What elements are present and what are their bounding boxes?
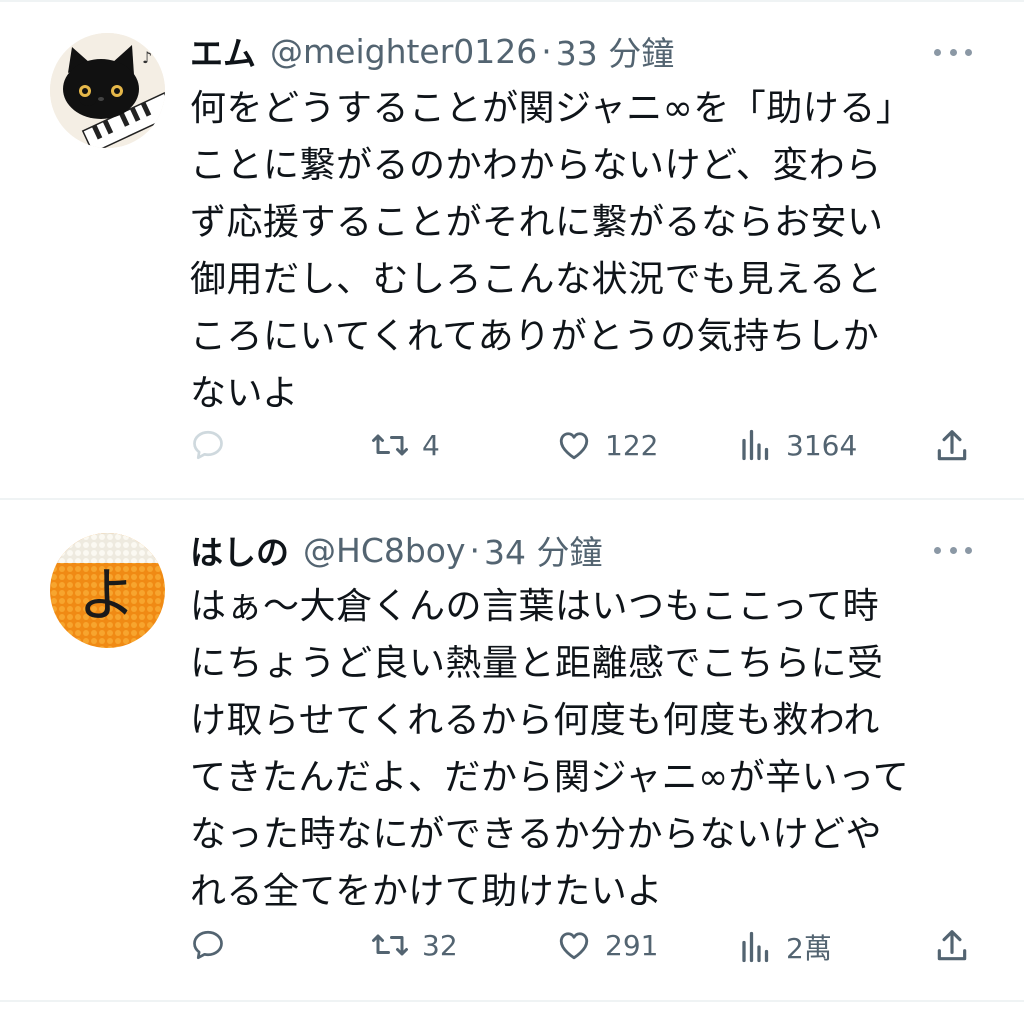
retweet-count: 32 bbox=[422, 928, 458, 962]
display-name[interactable]: エム bbox=[190, 27, 256, 75]
tweet-text: はぁ〜大倉くんの言葉はいつもここって時 にちょうど良い熱量と距離感でこちらに受 … bbox=[190, 586, 910, 912]
retweet-button[interactable]: 32 bbox=[370, 927, 458, 963]
like-button[interactable]: 122 bbox=[555, 427, 658, 463]
share-button[interactable] bbox=[933, 927, 971, 965]
user-handle[interactable]: @HC8boy bbox=[303, 531, 466, 570]
views-chart-icon bbox=[742, 931, 769, 963]
like-count: 122 bbox=[605, 428, 659, 462]
tweet-header: エム @meighter0126 · 33 分鐘 bbox=[190, 26, 674, 76]
separator-dot: · bbox=[469, 530, 481, 570]
bottom-divider bbox=[0, 1000, 1024, 1002]
tweet-text: 何をどうすることが関ジャニ∞を「助ける」 ことに繋がるのかわからないけど、変わら… bbox=[190, 88, 913, 414]
retweet-button[interactable]: 4 bbox=[370, 427, 440, 463]
retweet-icon bbox=[372, 434, 408, 456]
avatar-yo[interactable]: よ bbox=[50, 533, 165, 648]
retweet-icon bbox=[372, 934, 408, 956]
more-options-icon[interactable] bbox=[934, 544, 972, 556]
views-button[interactable]: 2萬 bbox=[738, 927, 832, 967]
views-button[interactable]: 3164 bbox=[738, 427, 857, 463]
reply-icon bbox=[193, 930, 223, 960]
timestamp[interactable]: 33 分鐘 bbox=[556, 27, 674, 75]
retweet-count: 4 bbox=[422, 428, 440, 462]
tweet-1[interactable]: ♪ エム @meighter0126 · 33 分鐘 何をどうすることが関ジャニ… bbox=[0, 0, 1024, 498]
heart-icon bbox=[559, 432, 589, 460]
share-icon bbox=[937, 930, 967, 961]
avatar-cat[interactable]: ♪ bbox=[50, 33, 165, 148]
views-count: 3164 bbox=[786, 428, 858, 462]
display-name[interactable]: はしの bbox=[190, 526, 289, 574]
action-bar: 32 291 2萬 bbox=[0, 921, 1024, 971]
heart-icon bbox=[559, 932, 589, 960]
reply-button[interactable] bbox=[190, 927, 238, 963]
share-button[interactable] bbox=[933, 427, 971, 465]
action-bar: 4 122 3164 bbox=[0, 421, 1024, 471]
tweet-2[interactable]: よ はしの @HC8boy · 34 分鐘 はぁ〜大倉くんの言葉はいつもここって… bbox=[0, 500, 1024, 1009]
user-handle[interactable]: @meighter0126 bbox=[270, 32, 537, 71]
like-button[interactable]: 291 bbox=[555, 927, 658, 963]
reply-icon bbox=[193, 430, 223, 460]
share-icon bbox=[937, 430, 967, 461]
svg-text:♪: ♪ bbox=[142, 48, 152, 67]
tweet-header: はしの @HC8boy · 34 分鐘 bbox=[190, 525, 603, 575]
more-options-icon[interactable] bbox=[934, 46, 972, 58]
separator-dot: · bbox=[541, 31, 552, 71]
views-chart-icon bbox=[742, 429, 769, 461]
reply-button[interactable] bbox=[190, 427, 238, 463]
avatar-glyph: よ bbox=[78, 561, 136, 629]
black-cat-avatar-icon: ♪ bbox=[50, 33, 165, 148]
views-count: 2萬 bbox=[786, 932, 832, 965]
like-count: 291 bbox=[605, 928, 659, 962]
orange-yo-avatar-icon: よ bbox=[50, 533, 165, 648]
timestamp[interactable]: 34 分鐘 bbox=[484, 526, 602, 574]
